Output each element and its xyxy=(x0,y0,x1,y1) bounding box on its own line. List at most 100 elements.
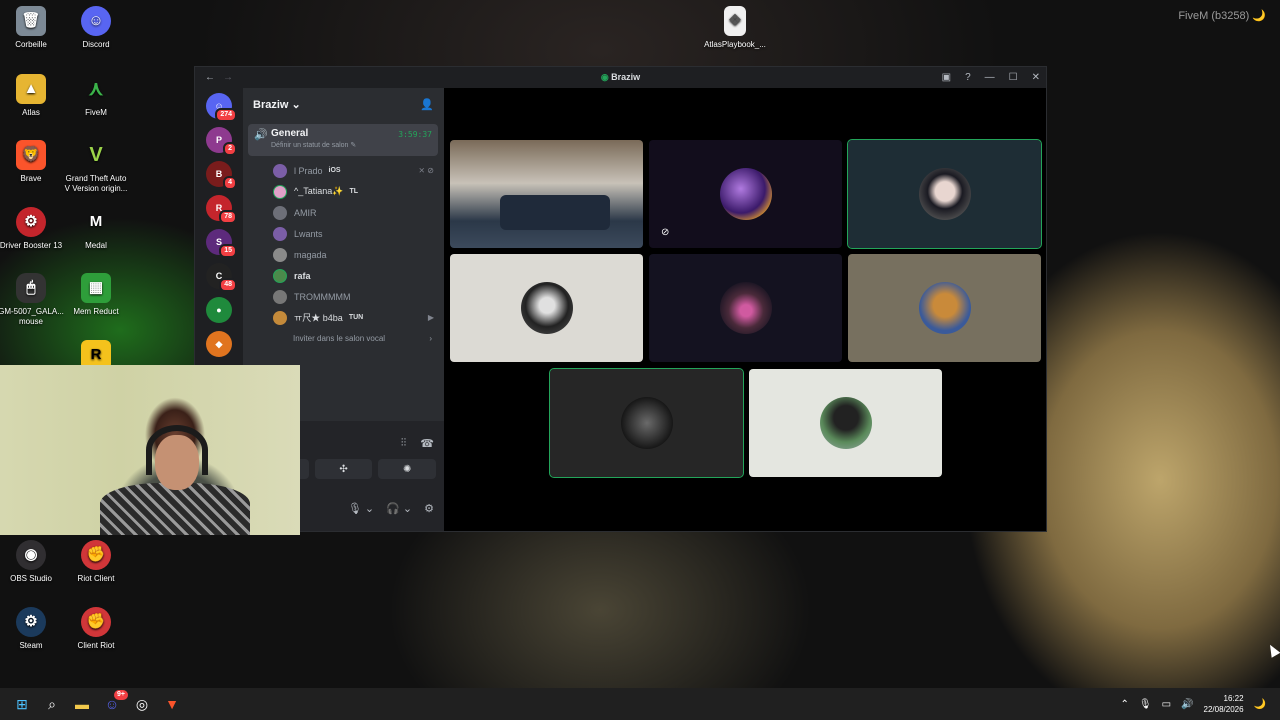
deafened-icon: ⊘ xyxy=(661,227,670,238)
voice-member[interactable]: TROMMMMM xyxy=(243,286,444,307)
brave-taskbar-icon[interactable]: ▼ xyxy=(158,690,186,718)
soundboard-icon[interactable]: ⫶⫶ xyxy=(401,437,407,450)
title-bar: ← → ◉ Braziw ▣ ? — ☐ ✕ xyxy=(195,67,1046,88)
fivem-icon: ⋏ xyxy=(88,78,104,100)
channel-status-link[interactable]: Définir un statut de salon ✎ xyxy=(271,141,432,149)
riot-icon: ✊ xyxy=(81,540,111,570)
minimize-button[interactable]: — xyxy=(985,72,995,83)
server-header[interactable]: Braziw ⌄ 👤 xyxy=(243,88,444,120)
notifications-icon[interactable]: 🌙 xyxy=(1254,699,1266,710)
soundboard-button[interactable]: ✺ xyxy=(378,459,437,479)
voice-member[interactable]: ㅠ尺★ b4ba TUN ▶ xyxy=(243,307,444,328)
muted-icons: ⨯ ⊘ xyxy=(418,166,434,175)
volume-icon[interactable]: 🔊 xyxy=(1181,699,1193,710)
voice-member[interactable]: Lwants xyxy=(243,223,444,244)
avatar xyxy=(273,205,287,220)
desktop-icon-fivem[interactable]: ⋏ FiveM xyxy=(63,74,129,118)
steam-icon: ⚙ xyxy=(16,607,46,637)
microphone-icon[interactable]: 🎙 ⌄ xyxy=(348,502,374,515)
desktop-icon-obs[interactable]: ◉ OBS Studio xyxy=(0,540,64,584)
server-icon[interactable]: R 78 xyxy=(206,195,237,224)
video-tile-participant[interactable] xyxy=(649,254,842,362)
video-tile-participant[interactable] xyxy=(847,139,1042,249)
discord-window: ← → ◉ Braziw ▣ ? — ☐ ✕ ☺ 274 P2 B4 R 78 S1… xyxy=(194,66,1047,532)
activities-button[interactable]: ✣ xyxy=(314,459,373,479)
discord-icon: ☺ xyxy=(81,6,111,36)
add-member-icon[interactable]: 👤 xyxy=(420,98,434,111)
desktop-icon-atlasplaybook[interactable]: ❖ AtlasPlaybook_... xyxy=(702,6,768,50)
chevron-right-icon: › xyxy=(429,334,432,343)
server-icon[interactable]: ● xyxy=(206,297,232,323)
windows-start-icon[interactable]: ⊞ xyxy=(8,690,36,718)
close-button[interactable]: ✕ xyxy=(1032,72,1040,83)
voice-member[interactable]: magada xyxy=(243,244,444,265)
desktop-icon-mem-reduct[interactable]: ▦ Mem Reduct xyxy=(63,273,129,317)
desktop-icon-steam[interactable]: ⚙ Steam xyxy=(0,607,64,651)
video-tile-participant[interactable] xyxy=(450,254,643,362)
video-tile-participant[interactable] xyxy=(749,369,942,477)
chevron-up-icon[interactable]: ⌃ xyxy=(1121,699,1129,710)
search-icon[interactable]: ⌕ xyxy=(38,690,66,718)
voice-member[interactable]: AMIR xyxy=(243,202,444,223)
invite-to-voice-link[interactable]: Inviter dans le salon vocal › xyxy=(243,328,444,349)
avatar xyxy=(273,289,287,304)
desktop-icon-atlas[interactable]: ▲ Atlas xyxy=(0,74,64,118)
file-explorer-icon[interactable]: ▬ xyxy=(68,690,96,718)
server-icon[interactable]: C 48 xyxy=(206,263,237,292)
help-icon[interactable]: ? xyxy=(965,72,971,83)
system-tray: ⌃ 🎙 ▭ 🔊 16:22 22/08/2026 🌙 xyxy=(1121,693,1267,715)
avatar xyxy=(719,282,772,334)
network-icon[interactable]: ▭ xyxy=(1162,699,1171,710)
server-icon[interactable]: B4 xyxy=(206,161,237,190)
discord-taskbar-icon[interactable]: ☺ 9+ xyxy=(98,690,128,718)
maximize-button[interactable]: ☐ xyxy=(1009,72,1018,83)
desktop-icon-mouse[interactable]: 🖱 GM-5007_GALA... mouse xyxy=(0,273,64,327)
member-tag: TL xyxy=(349,188,359,195)
settings-gear-icon[interactable]: ⚙ xyxy=(424,502,434,515)
voice-icon: ◉ xyxy=(600,72,612,82)
window-title: ◉ Braziw xyxy=(600,72,641,82)
voice-member[interactable]: l Prado iOS ⨯ ⊘ xyxy=(243,160,444,181)
speaker-icon: 🔊 xyxy=(254,129,268,141)
desktop-icon-riot-client[interactable]: ✊ Riot Client xyxy=(63,540,129,584)
disconnect-icon[interactable]: ☎ xyxy=(420,437,434,450)
clock[interactable]: 16:22 22/08/2026 xyxy=(1204,693,1244,715)
avatar xyxy=(918,168,971,220)
camera-feed xyxy=(500,195,610,230)
video-tile-participant[interactable] xyxy=(549,368,744,478)
avatar xyxy=(273,226,287,241)
avatar xyxy=(273,268,287,283)
video-tile-participant[interactable]: ⊘ xyxy=(649,140,842,248)
desktop-icon-brave[interactable]: 🦁 Brave xyxy=(0,140,64,184)
avatar xyxy=(273,310,287,325)
recycle-bin-icon: 🗑 xyxy=(16,6,46,36)
inbox-icon[interactable]: ▣ xyxy=(942,72,951,83)
call-timer: 3:59:37 xyxy=(398,130,432,139)
voice-member[interactable]: rafa xyxy=(243,265,444,286)
voice-member[interactable]: ^_Tatiana✨ TL xyxy=(243,181,444,202)
desktop-icon-gta[interactable]: V Grand Theft Auto V Version origin... xyxy=(63,140,129,194)
microphone-icon[interactable]: 🎙 xyxy=(1139,699,1152,710)
gta-icon: V xyxy=(89,144,103,166)
server-icon[interactable]: P2 xyxy=(206,127,237,156)
desktop-icon-medal[interactable]: M Medal xyxy=(63,207,129,251)
voice-channel-general[interactable]: 🔊 General 3:59:37 Définir un statut de s… xyxy=(248,124,438,156)
desktop-icon-discord[interactable]: ☺ Discord xyxy=(63,6,129,50)
headphones-icon[interactable]: 🎧 ⌄ xyxy=(386,502,412,515)
home-button[interactable]: ☺ 274 xyxy=(206,93,237,122)
desktop-icon-client-riot[interactable]: ✊ Client Riot xyxy=(63,607,129,651)
mouse-icon: 🖱 xyxy=(16,273,46,303)
folder-icon: ▲ xyxy=(16,74,46,104)
desktop-icon-recycle-bin[interactable]: 🗑 Corbeille xyxy=(0,6,64,50)
riot-icon: ✊ xyxy=(81,607,111,637)
avatar xyxy=(620,397,673,449)
server-icon[interactable]: ◆ xyxy=(206,331,232,357)
video-tile-camera[interactable] xyxy=(450,140,643,248)
server-icon[interactable]: S 15 xyxy=(206,229,237,258)
desktop-icon-driver-booster[interactable]: ⚙ Driver Booster 13 xyxy=(0,207,64,251)
video-tile-participant[interactable] xyxy=(848,254,1041,362)
avatar xyxy=(719,168,772,220)
streamer-shirt xyxy=(100,483,250,535)
obs-icon: ◉ xyxy=(16,540,46,570)
fivem-taskbar-icon[interactable]: ◎ xyxy=(128,690,156,718)
